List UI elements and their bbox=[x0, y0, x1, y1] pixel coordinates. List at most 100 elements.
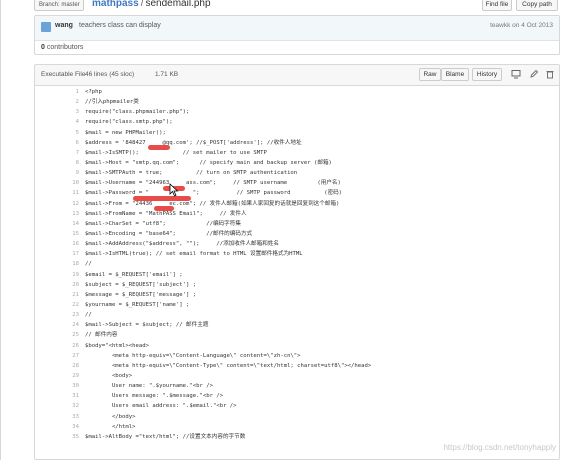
code-line: 32 Users email address: ".$email."<br /> bbox=[35, 401, 559, 411]
line-number[interactable]: 2 bbox=[35, 97, 79, 107]
line-number[interactable]: 14 bbox=[35, 219, 79, 229]
code-line: 21 $message = $_REQUEST['message'] ; bbox=[35, 290, 559, 300]
redaction-mark bbox=[133, 196, 191, 201]
line-code: <?php bbox=[85, 89, 102, 95]
code-line: 29 <body> bbox=[35, 371, 559, 381]
code-line: 20 $subject = $_REQUEST['subject'] ; bbox=[35, 280, 559, 290]
line-code: //引入phpmailer类 bbox=[85, 99, 139, 106]
line-number[interactable]: 16 bbox=[35, 239, 79, 249]
line-number[interactable]: 24 bbox=[35, 320, 79, 330]
line-code: <body> bbox=[85, 372, 133, 379]
code-line: 18 // bbox=[35, 259, 559, 269]
pencil-icon[interactable] bbox=[529, 69, 539, 79]
line-code: $mail->CharSet = "utf8"; //编码字符集 bbox=[85, 220, 241, 227]
line-number[interactable]: 28 bbox=[35, 361, 79, 371]
line-number[interactable]: 3 bbox=[35, 107, 79, 117]
line-number[interactable]: 29 bbox=[35, 371, 79, 381]
line-code: // 邮件内容 bbox=[85, 332, 118, 339]
line-number[interactable]: 6 bbox=[35, 138, 79, 148]
line-code: require("class.phpmailer.php"); bbox=[85, 109, 190, 116]
line-number[interactable]: 18 bbox=[35, 259, 79, 269]
redaction-mark bbox=[148, 145, 170, 150]
line-number[interactable]: 12 bbox=[35, 199, 79, 209]
line-number[interactable]: 22 bbox=[35, 300, 79, 310]
code-listing: 1 <?php 2 //引入phpmailer类 3 require("class.php… bbox=[35, 87, 559, 442]
line-number[interactable]: 21 bbox=[35, 290, 79, 300]
breadcrumb-repo-link[interactable]: mathpass bbox=[92, 0, 139, 9]
line-code: Users message: ".$message."<br /> bbox=[85, 393, 224, 400]
line-code: $body="<html><head> bbox=[85, 342, 149, 349]
commit-message[interactable]: teachers class can display bbox=[79, 22, 161, 29]
line-number[interactable]: 7 bbox=[35, 148, 79, 158]
line-number[interactable]: 5 bbox=[35, 128, 79, 138]
line-code: // bbox=[85, 261, 92, 268]
file-navigation: Branch: master ▾ mathpass/sendemail.php … bbox=[34, 0, 564, 22]
branch-selector-button[interactable]: Branch: master ▾ bbox=[34, 0, 84, 22]
code-line: 2 //引入phpmailer类 bbox=[35, 97, 559, 107]
code-line: 22 $yourname = $_REQUEST['name'] ; bbox=[35, 300, 559, 310]
line-number[interactable]: 33 bbox=[35, 412, 79, 422]
code-line: 8 $mail->Host = "smtp.qq.com"; // specify… bbox=[35, 158, 559, 168]
line-number[interactable]: 30 bbox=[35, 381, 79, 391]
line-code: $email = $_REQUEST['email'] ; bbox=[85, 271, 183, 278]
code-line: 11 $mail->Password = " "; // SMTP passwor… bbox=[35, 188, 559, 198]
line-code: $mail->Subject = $subject; // 邮件主题 bbox=[85, 322, 209, 329]
contributors-link[interactable]: 0 contributors bbox=[41, 44, 83, 51]
line-number[interactable]: 25 bbox=[35, 330, 79, 340]
line-number[interactable]: 19 bbox=[35, 270, 79, 280]
breadcrumb-separator: / bbox=[140, 0, 144, 9]
code-line: 23 // bbox=[35, 310, 559, 320]
avatar[interactable] bbox=[41, 22, 51, 32]
line-number[interactable]: 10 bbox=[35, 178, 79, 188]
contributors-label: contributors bbox=[46, 44, 84, 51]
line-number[interactable]: 27 bbox=[35, 351, 79, 361]
trash-icon[interactable] bbox=[545, 69, 555, 79]
line-number[interactable]: 26 bbox=[35, 341, 79, 351]
code-line: 10 $mail->Username = "244963 ass.com"; //… bbox=[35, 178, 559, 188]
line-number[interactable]: 31 bbox=[35, 391, 79, 401]
code-line: 3 require("class.phpmailer.php"); bbox=[35, 107, 559, 117]
code-line: 1 <?php bbox=[35, 87, 559, 97]
code-line: 17 $mail->IsHTML(true); // set email form… bbox=[35, 249, 559, 259]
file-line-count: 46 lines (45 sloc) bbox=[85, 71, 135, 78]
line-code: $address = '848427 @qq.com'; //$_POST['a… bbox=[85, 139, 302, 146]
code-line: 33 </body> bbox=[35, 412, 559, 422]
line-number[interactable]: 32 bbox=[35, 401, 79, 411]
code-line: 5 $mail = new PHPMailer(); bbox=[35, 128, 559, 138]
line-number[interactable]: 20 bbox=[35, 280, 79, 290]
code-line: 27 <meta http-equiv=\"Content-Language\"… bbox=[35, 351, 559, 361]
line-code: </html> bbox=[85, 423, 136, 430]
line-number[interactable]: 17 bbox=[35, 249, 79, 259]
line-number[interactable]: 4 bbox=[35, 117, 79, 127]
history-button[interactable]: History bbox=[472, 68, 502, 81]
line-code: <meta http-equiv=\"Content-Language\" co… bbox=[85, 352, 301, 359]
line-number[interactable]: 11 bbox=[35, 188, 79, 198]
line-number[interactable]: 9 bbox=[35, 168, 79, 178]
line-number[interactable]: 1 bbox=[35, 87, 79, 97]
line-number[interactable]: 34 bbox=[35, 422, 79, 432]
copy-path-button[interactable]: Copy path bbox=[516, 0, 558, 11]
line-number[interactable]: 35 bbox=[35, 432, 79, 442]
breadcrumb: mathpass / sendemail.php bbox=[92, 0, 211, 10]
desktop-icon[interactable] bbox=[511, 69, 521, 79]
watermark: https://blog.csdn.net/tonyhapply bbox=[443, 443, 556, 452]
commit-meta: teawkk on 4 Oct 2013 bbox=[490, 22, 553, 29]
file-size: 1.71 KB bbox=[155, 71, 179, 78]
code-line: 12 $mail->From = "24436 ec.com"; // 发件人邮箱… bbox=[35, 199, 559, 209]
code-line: 30 User name: ".$yourname."<br /> bbox=[35, 381, 559, 391]
line-number[interactable]: 15 bbox=[35, 229, 79, 239]
line-number[interactable]: 13 bbox=[35, 209, 79, 219]
line-code: $mail->AddAddress("$address", ""); //添加收… bbox=[85, 241, 280, 248]
file-mode: Executable File bbox=[41, 71, 86, 78]
breadcrumb-filename: sendemail.php bbox=[145, 0, 211, 9]
line-number[interactable]: 23 bbox=[35, 310, 79, 320]
code-line: 25 // 邮件内容 bbox=[35, 330, 559, 340]
raw-button[interactable]: Raw bbox=[419, 68, 441, 81]
redaction-mark bbox=[154, 206, 174, 211]
blame-button[interactable]: Blame bbox=[441, 68, 469, 81]
code-line: 19 $email = $_REQUEST['email'] ; bbox=[35, 270, 559, 280]
line-code: $message = $_REQUEST['message'] ; bbox=[85, 291, 197, 298]
commit-author[interactable]: wang bbox=[55, 22, 73, 29]
find-file-button[interactable]: Find file bbox=[482, 0, 512, 11]
line-number[interactable]: 8 bbox=[35, 158, 79, 168]
